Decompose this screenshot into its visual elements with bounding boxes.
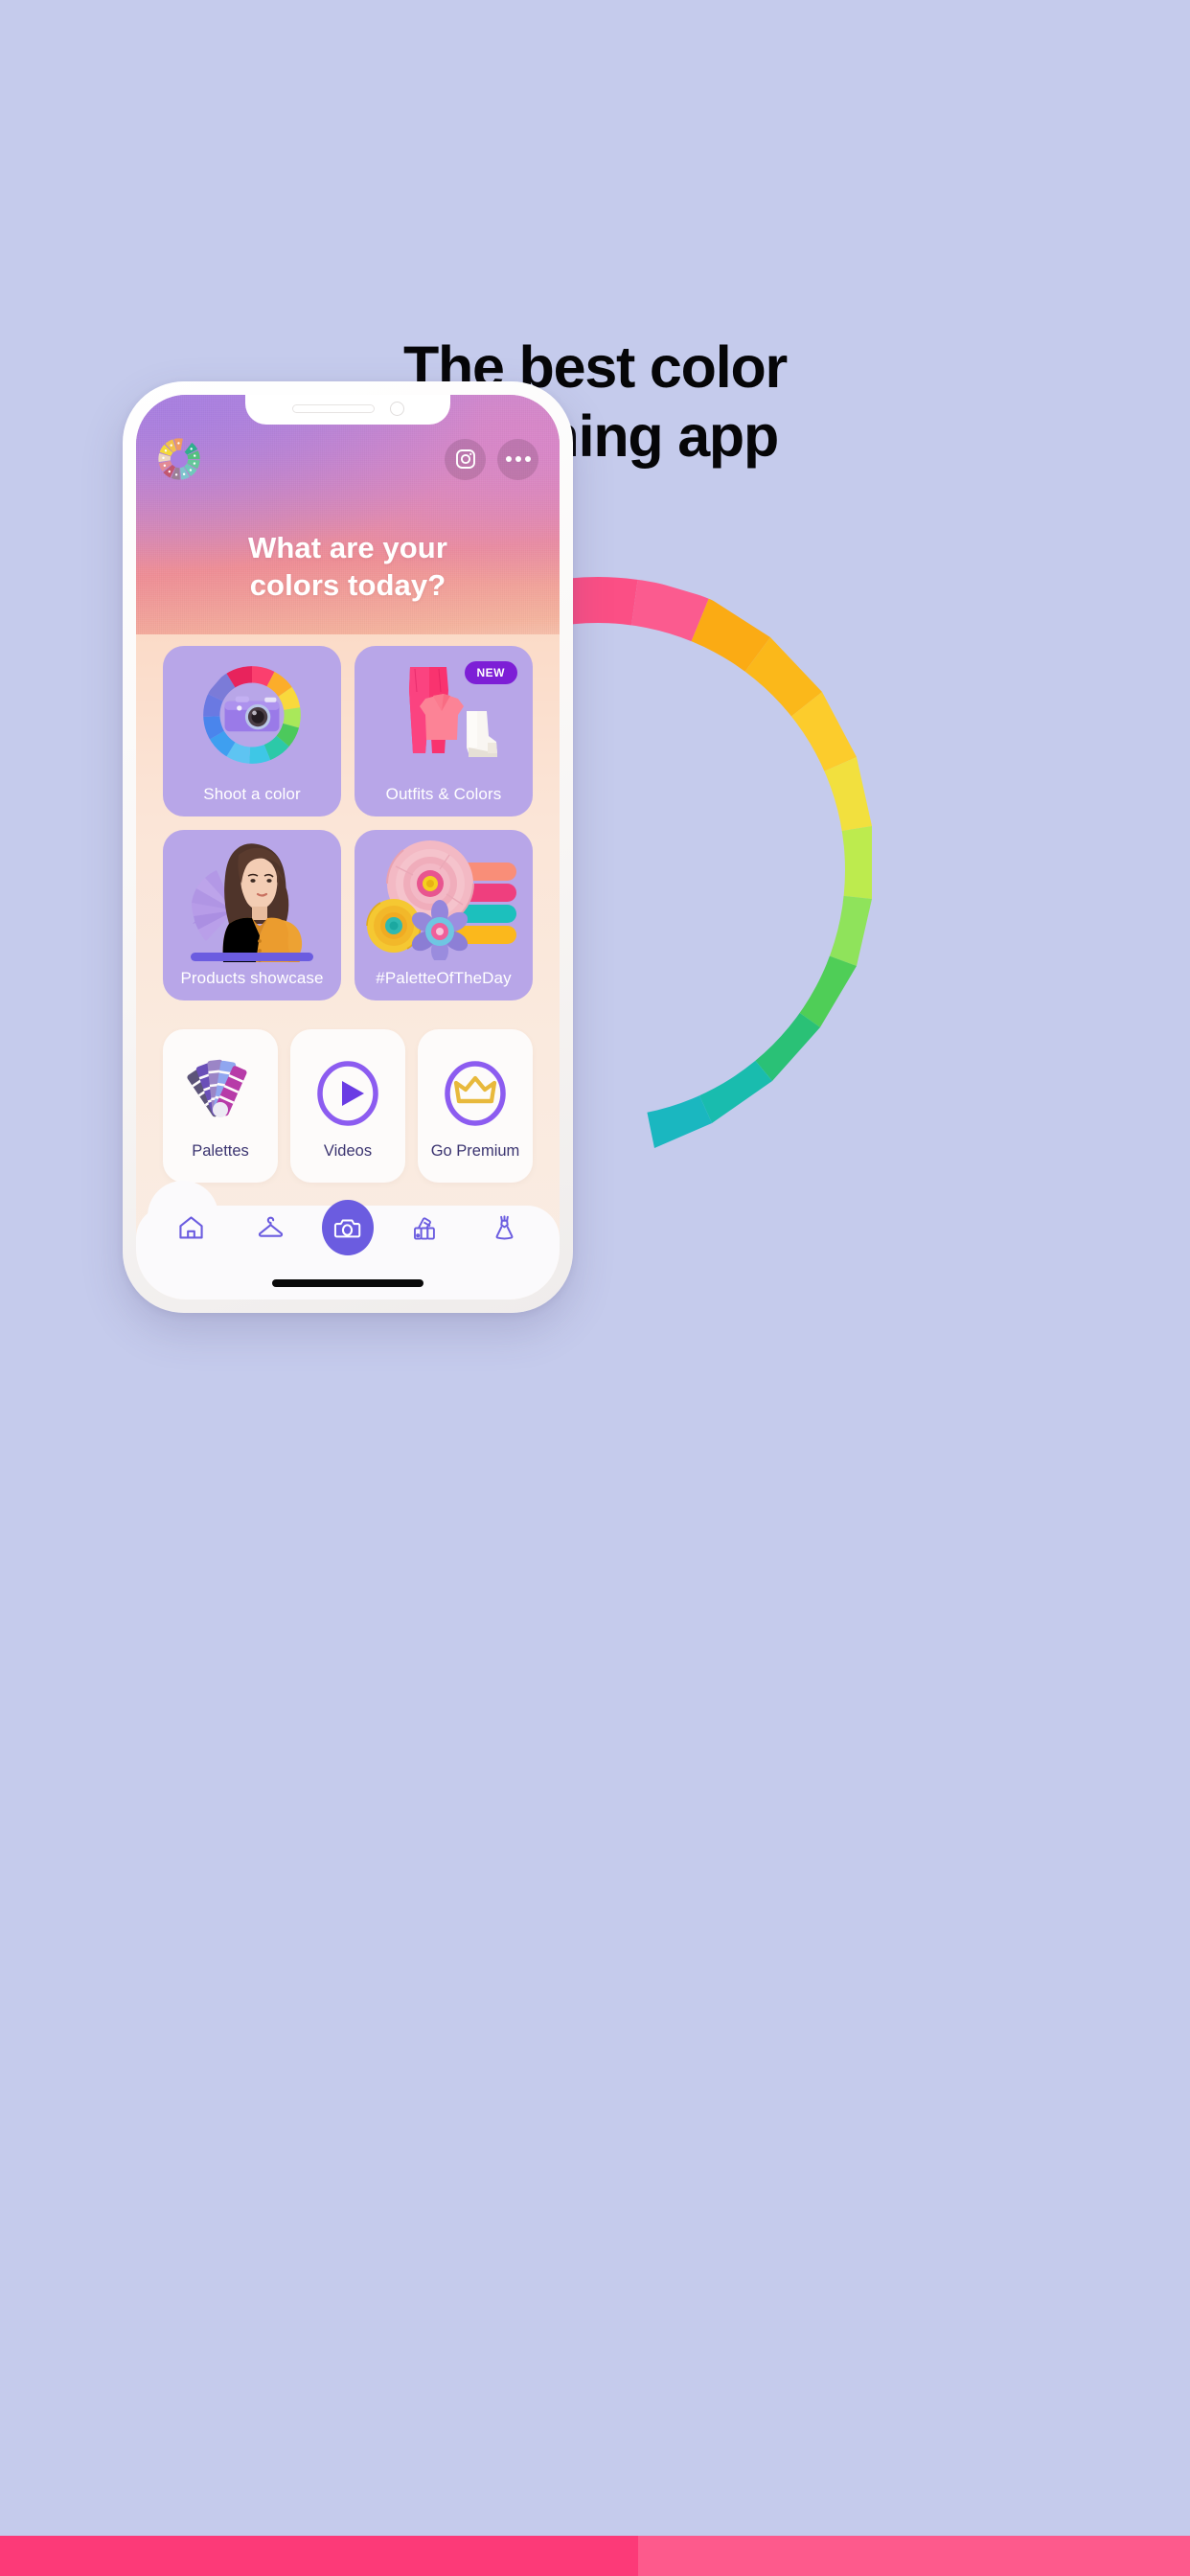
nav-item-camera[interactable] — [321, 1200, 374, 1255]
camera-icon — [334, 1219, 361, 1237]
feature-tiles: Shoot a color NEW Outfits & Colors Produ… — [163, 646, 533, 1000]
more-options-icon — [505, 456, 531, 462]
hero-title: What are your colors today? — [136, 529, 560, 604]
swatch-fan-icon — [185, 1052, 256, 1135]
phone-mockup: What are your colors today? Shoot a colo… — [123, 381, 573, 1313]
phone-screen: What are your colors today? Shoot a colo… — [136, 395, 560, 1300]
app-topbar — [136, 427, 560, 491]
hanger-icon — [258, 1216, 283, 1237]
paper-flowers-swatches-icon — [355, 838, 533, 960]
status-badge: NEW — [464, 661, 517, 684]
pink-top — [420, 694, 464, 740]
band-segment-left — [0, 2536, 638, 2576]
phone-notch — [245, 395, 450, 425]
showcase-bar — [191, 953, 313, 961]
home-indicator — [272, 1279, 423, 1287]
hero-title-line-1: What are your — [247, 531, 447, 564]
dress-icon — [495, 1214, 514, 1239]
bottom-navigation — [136, 1181, 560, 1300]
nav-item-home[interactable] — [163, 1200, 218, 1255]
color-wheel-camera-icon — [163, 654, 341, 776]
camera-body — [224, 696, 280, 732]
tile-palette-of-the-day[interactable]: #PaletteOfTheDay — [355, 830, 533, 1000]
crown-circle-icon — [441, 1052, 510, 1135]
tile-label: Products showcase — [180, 969, 324, 987]
nav-item-palettes[interactable] — [398, 1200, 453, 1255]
card-go-premium[interactable]: Go Premium — [418, 1029, 533, 1183]
tile-label: Shoot a color — [203, 785, 301, 803]
colors-app-logo[interactable] — [157, 437, 201, 481]
instagram-button[interactable] — [445, 438, 486, 480]
front-camera-icon — [389, 402, 404, 416]
more-options-button[interactable] — [497, 438, 538, 480]
model-photo-icon — [163, 838, 341, 962]
tile-shoot-a-color[interactable]: Shoot a color — [163, 646, 341, 816]
tile-label: #PaletteOfTheDay — [376, 969, 512, 987]
tile-label: Outfits & Colors — [385, 785, 502, 803]
bottom-color-band — [0, 2536, 1190, 2576]
swatch-fan-icon — [414, 1216, 436, 1240]
play-circle-icon — [313, 1052, 382, 1135]
tile-outfits-and-colors[interactable]: NEW Outfits & Colors — [355, 646, 533, 816]
tile-products-showcase[interactable]: Products showcase — [163, 830, 341, 1000]
band-segment-right — [638, 2536, 1190, 2576]
card-label: Palettes — [192, 1141, 249, 1160]
instagram-icon — [455, 449, 475, 469]
card-label: Go Premium — [430, 1141, 520, 1160]
card-palettes[interactable]: Palettes — [163, 1029, 278, 1183]
nav-items — [136, 1200, 560, 1255]
quick-action-cards: Palettes Videos Go Premium — [163, 1029, 533, 1183]
nav-item-outfits[interactable] — [477, 1200, 533, 1255]
card-videos[interactable]: Videos — [290, 1029, 405, 1183]
topbar-actions — [445, 438, 538, 480]
home-icon — [179, 1215, 203, 1239]
nav-item-wardrobe[interactable] — [242, 1200, 298, 1255]
speaker-grille-icon — [291, 404, 375, 413]
white-boot — [467, 711, 497, 757]
card-label: Videos — [323, 1141, 373, 1160]
hero-title-line-2: colors today? — [249, 568, 446, 603]
